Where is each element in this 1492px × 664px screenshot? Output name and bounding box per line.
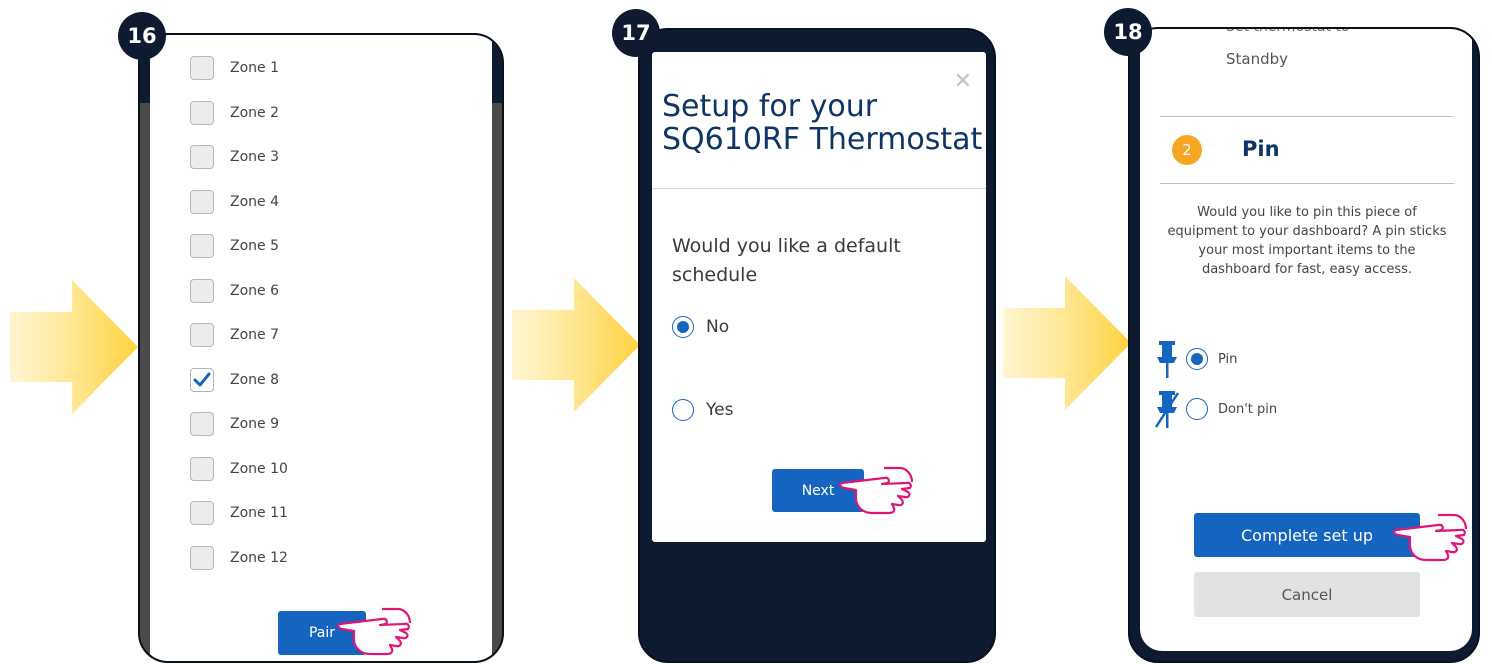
modal-title: Setup for your SQ610RF Thermostat (662, 89, 983, 157)
arrow-right-icon (10, 280, 138, 414)
pointing-hand-icon (1393, 513, 1468, 562)
previous-step-text: Set thermostat to (1226, 27, 1350, 35)
zone-checkbox[interactable] (190, 56, 214, 80)
zone-label: Zone 8 (230, 371, 279, 388)
zone-checkbox[interactable] (190, 323, 214, 347)
phone-screen-zone-selection: Zone 1 Zone 2 Zone 3 Zone 4 Zone 5 Zone 6 Zone… (138, 33, 504, 663)
pointing-hand-icon (337, 607, 412, 656)
schedule-question: Would you like a default schedule (672, 235, 901, 286)
zone-checkbox[interactable] (190, 501, 214, 525)
zone-checkbox[interactable] (190, 189, 214, 214)
zone-list: Zone 1 Zone 2 Zone 3 Zone 4 Zone 5 Zone 6 Zone… (150, 35, 492, 661)
pin-option-label: Pin (1218, 351, 1238, 367)
phone-screen-schedule-setup: ✕ Setup for your SQ610RF Thermostat Woul… (638, 28, 996, 663)
radio-button[interactable] (1186, 398, 1208, 420)
zone-label: Zone 11 (230, 505, 288, 521)
arrow-right-icon (1003, 276, 1131, 410)
radio-button[interactable] (1186, 348, 1208, 370)
zone-checkbox[interactable] (190, 412, 214, 436)
arrow-right-icon (512, 278, 640, 412)
zone-list-item[interactable]: Zone 5 (190, 233, 279, 259)
complete-setup-button[interactable]: Complete set up (1194, 513, 1420, 557)
zone-label: Zone 7 (230, 327, 279, 343)
radio-button[interactable] (672, 316, 694, 338)
zone-list-item[interactable]: Zone 1 (190, 55, 279, 81)
zone-label: Zone 2 (230, 104, 279, 121)
zone-checkbox[interactable] (190, 456, 214, 481)
zone-checkbox[interactable] (190, 100, 214, 125)
pointing-hand-icon (839, 466, 914, 515)
checkmark-icon (193, 372, 211, 386)
zone-label: Zone 10 (230, 460, 288, 477)
zone-list-item[interactable]: Zone 8 (190, 367, 279, 393)
standby-text: Standby (1226, 50, 1289, 68)
close-icon[interactable]: ✕ (954, 70, 972, 92)
zone-checkbox[interactable] (190, 234, 214, 258)
zone-checkbox[interactable] (190, 278, 214, 303)
zone-list-item[interactable]: Zone 12 (190, 545, 288, 571)
setup-modal: ✕ Setup for your SQ610RF Thermostat Woul… (652, 52, 986, 542)
zone-label: Zone 9 (230, 416, 279, 432)
radio-option-no[interactable]: No (672, 316, 729, 338)
zone-list-item[interactable]: Zone 3 (190, 144, 279, 170)
step-number-badge: 16 (118, 12, 166, 60)
pin-icon (1157, 341, 1177, 378)
unpin-icon (1154, 391, 1180, 428)
zone-label: Zone 4 (230, 193, 279, 210)
radio-label: Yes (706, 400, 734, 420)
step-badge: 2 (1172, 135, 1202, 165)
dont-pin-option-label: Don't pin (1218, 401, 1278, 417)
dont-pin-option[interactable]: Don't pin (1154, 389, 1277, 429)
zone-list-item[interactable]: Zone 9 (190, 411, 279, 437)
zone-list-item[interactable]: Zone 6 (190, 278, 279, 304)
radio-label: No (706, 317, 730, 337)
zone-label: Zone 12 (230, 549, 288, 566)
zone-checkbox[interactable] (190, 545, 214, 570)
pin-option[interactable]: Pin (1154, 339, 1237, 379)
step-number-badge: 17 (612, 9, 660, 57)
zone-list-item[interactable]: Zone 2 (190, 100, 279, 126)
zone-list-item[interactable]: Zone 11 (190, 500, 288, 526)
pin-heading: Pin (1242, 137, 1280, 161)
zone-checkbox[interactable] (190, 145, 214, 169)
zone-list-item[interactable]: Zone 4 (190, 189, 279, 215)
pin-description: Would you like to pin this piece of equi… (1167, 205, 1447, 277)
step-number-badge: 18 (1104, 8, 1152, 56)
zone-label: Zone 6 (230, 282, 279, 299)
zone-label: Zone 5 (230, 238, 279, 254)
zone-list-item[interactable]: Zone 7 (190, 322, 279, 348)
radio-option-yes[interactable]: Yes (672, 399, 733, 421)
zone-label: Zone 3 (230, 149, 279, 165)
zone-list-item[interactable]: Zone 10 (190, 456, 288, 482)
cancel-button[interactable]: Cancel (1194, 572, 1420, 617)
phone-screen-pin-setup: Set thermostat to Standby 2 Pin Would yo… (1128, 27, 1480, 663)
zone-checkbox[interactable] (190, 367, 214, 392)
zone-label: Zone 1 (230, 60, 279, 76)
radio-button[interactable] (672, 399, 694, 421)
